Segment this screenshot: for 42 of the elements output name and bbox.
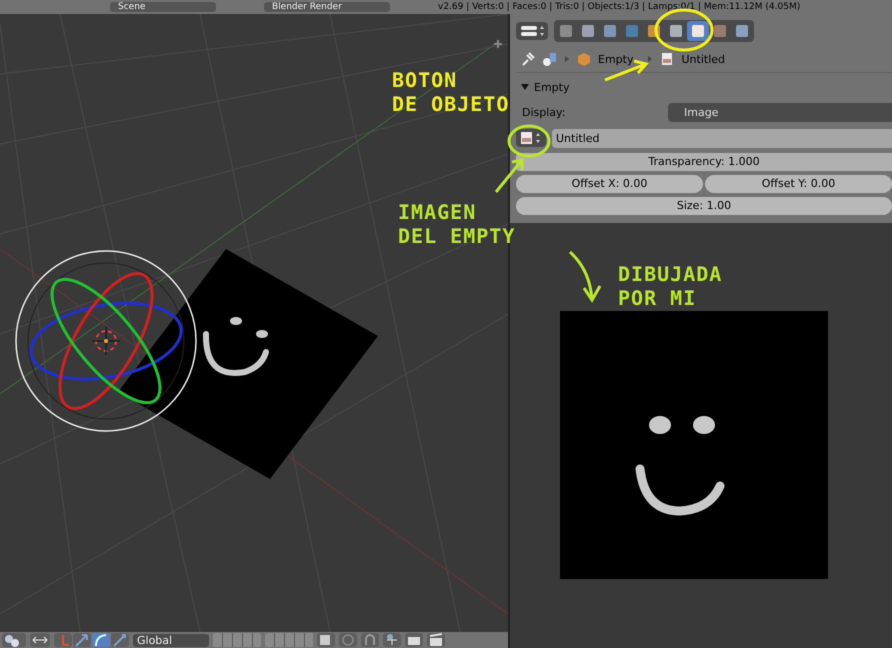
handwritten-note: DIBUJADA POR MI xyxy=(618,262,722,310)
scene-stats: v2.69 | Verts:0 | Faces:0 | Tris:0 | Objects:1/3 | Lamps:0/1 | Mem:11.12M (4.05M) xyxy=(438,2,800,12)
panel-header[interactable]: Empty xyxy=(516,77,892,97)
3d-cursor-icon xyxy=(92,326,120,356)
cube-icon xyxy=(576,51,592,67)
editor-type-icon[interactable] xyxy=(516,22,548,40)
lock-icon[interactable] xyxy=(317,633,335,647)
render-engine-dropdown[interactable]: Blender Render xyxy=(264,2,390,12)
breadcrumb-item: Untitled xyxy=(681,52,725,66)
collapse-arrow-icon[interactable] xyxy=(520,82,530,92)
disclosure-arrow-icon xyxy=(647,55,654,63)
pin-icon[interactable] xyxy=(520,51,536,67)
scene-selector[interactable]: Scene xyxy=(110,2,216,12)
snap-target-icon[interactable] xyxy=(383,633,401,647)
display-label: Display: xyxy=(521,106,566,118)
proportional-edit-icon[interactable] xyxy=(339,633,357,647)
rotate-arc-icon[interactable] xyxy=(92,633,110,647)
handwritten-note: IMAGEN DEL EMPTY xyxy=(398,200,516,248)
transparency-slider[interactable]: Transparency: 1.000 xyxy=(516,153,892,171)
annotation-arrow xyxy=(568,250,602,302)
display-dropdown[interactable]: Image xyxy=(668,102,892,122)
scale-icon[interactable] xyxy=(111,633,129,647)
annotation-circle xyxy=(508,124,550,158)
translate-arrow-icon[interactable] xyxy=(73,633,91,647)
annotation-arrow xyxy=(494,158,524,194)
breadcrumb-item: Empty xyxy=(598,52,634,66)
view-mode-icon[interactable] xyxy=(2,633,26,647)
scene-objects-icon xyxy=(542,51,558,67)
offset-x-field[interactable]: Offset X: 0.00 xyxy=(516,175,703,193)
handwritten-note: BOTON DE OBJETO xyxy=(392,68,510,116)
offset-y-field[interactable]: Offset Y: 0.00 xyxy=(705,175,892,193)
magnet-icon[interactable] xyxy=(361,633,379,647)
size-field[interactable]: Size: 1.00 xyxy=(516,197,892,215)
disclosure-arrow-icon xyxy=(564,55,570,63)
orientation-dropdown[interactable]: Global xyxy=(133,634,209,646)
image-name-field[interactable]: Untitled xyxy=(552,128,892,148)
clapperboard-icon[interactable] xyxy=(427,633,445,647)
plus-icon[interactable] xyxy=(494,40,502,48)
context-tab[interactable] xyxy=(687,21,709,41)
pivot-icon[interactable] xyxy=(30,633,50,647)
manipulator-toggle-icon[interactable] xyxy=(54,633,72,647)
image-browse-button[interactable] xyxy=(516,129,546,147)
